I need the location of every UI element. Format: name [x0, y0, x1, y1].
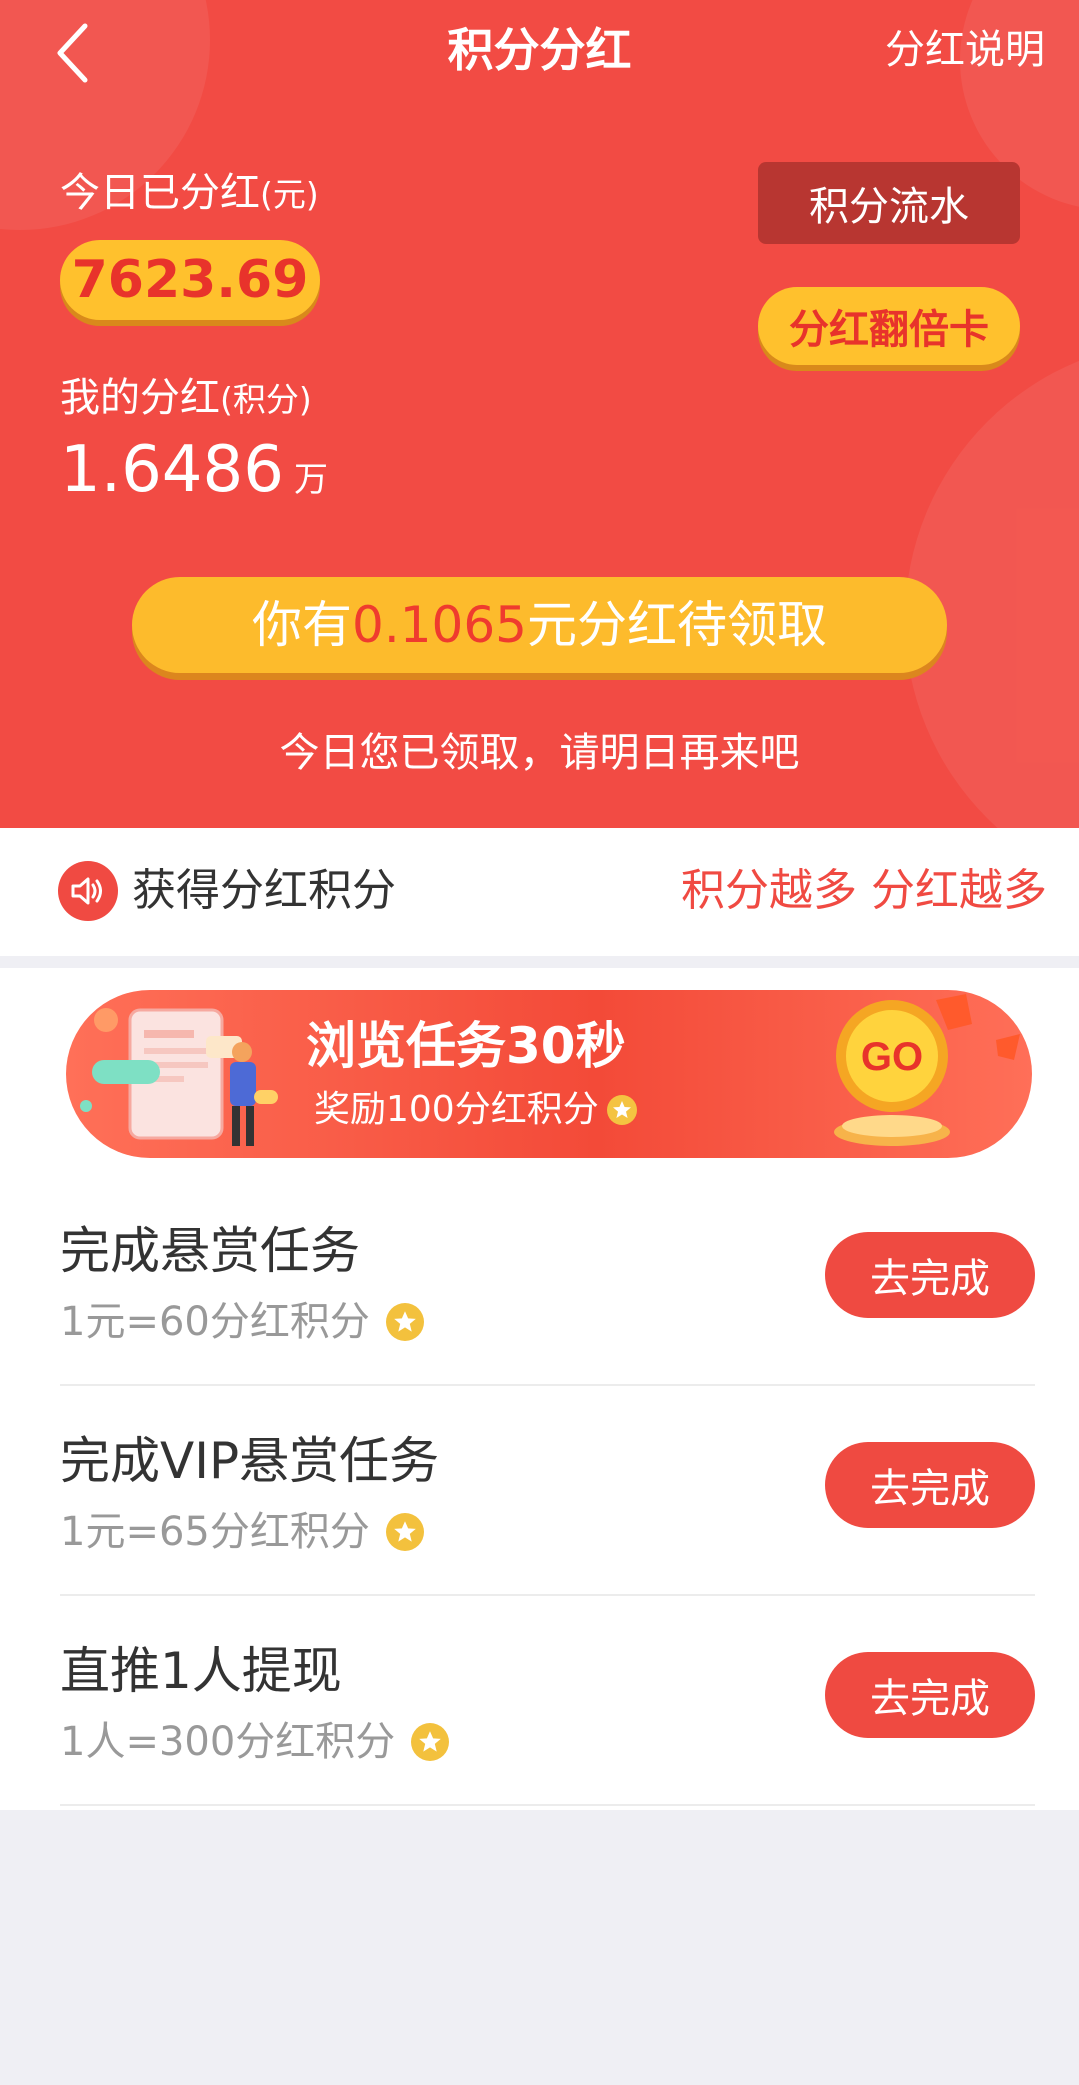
task-reward-text: 1人=300分红积分 — [60, 1719, 396, 1765]
claim-amount: 0.1065 — [352, 596, 527, 654]
browse-illustration-icon — [80, 1008, 278, 1146]
task-row: 完成VIP悬赏任务 1元=65分红积分 去完成 — [60, 1386, 1035, 1596]
browse-task-banner[interactable]: 浏览任务30秒 奖励100分红积分 GO — [66, 990, 1032, 1158]
task-reward: 1人=300分红积分 — [60, 1714, 450, 1770]
earn-points-bar: 获得分红积分 积分越多 分红越多 — [0, 828, 1079, 956]
star-coin-icon — [385, 1303, 424, 1341]
task-reward: 1元=60分红积分 — [60, 1294, 424, 1350]
my-dividend-label-text: 我的分红 — [60, 375, 220, 421]
speaker-icon — [58, 861, 118, 921]
star-coin-icon — [606, 1095, 637, 1125]
my-dividend-unit: (积分) — [220, 380, 312, 419]
task-reward-text: 1元=60分红积分 — [60, 1299, 370, 1345]
task-title: 直推1人提现 — [60, 1642, 342, 1700]
app-root: 积分分红 分红说明 今日已分红(元) 7623.69 我的分红(积分) 1.64… — [0, 0, 1079, 2085]
today-dividend-value: 7623.69 — [60, 240, 320, 320]
claim-suffix: 元分红待领取 — [526, 596, 827, 654]
claim-dividend-button[interactable]: 你有 0.1065 元分红待领取 — [132, 577, 947, 673]
today-dividend-label-text: 今日已分红 — [60, 170, 260, 216]
go-complete-button[interactable]: 去完成 — [825, 1442, 1035, 1528]
my-dividend-value: 1.6486 万 — [60, 430, 328, 510]
earn-points-slogan: 积分越多 分红越多 — [681, 865, 1047, 916]
banner-subtitle-text: 奖励100分红积分 — [314, 1089, 599, 1130]
earn-points-title: 获得分红积分 — [132, 865, 396, 916]
task-reward: 1元=65分红积分 — [60, 1504, 424, 1560]
task-title: 完成悬赏任务 — [60, 1222, 360, 1280]
task-list: 浏览任务30秒 奖励100分红积分 GO 完成悬赏任务 1元=60分红积分 去完… — [0, 968, 1079, 1810]
task-row: 完成悬赏任务 1元=60分红积分 去完成 — [60, 1176, 1035, 1386]
claim-prefix: 你有 — [252, 596, 353, 654]
banner-title: 浏览任务30秒 — [306, 1017, 626, 1075]
double-card-button[interactable]: 分红翻倍卡 — [758, 287, 1020, 365]
today-dividend-unit: (元) — [260, 175, 319, 214]
my-dividend-label: 我的分红(积分) — [60, 370, 312, 428]
row-divider — [60, 1804, 1035, 1806]
star-coin-icon — [411, 1723, 450, 1761]
points-flow-button[interactable]: 积分流水 — [758, 162, 1020, 244]
banner-subtitle: 奖励100分红积分 — [314, 1084, 637, 1136]
task-reward-text: 1元=65分红积分 — [60, 1509, 370, 1555]
today-dividend-label: 今日已分红(元) — [60, 165, 319, 223]
dividend-header: 积分分红 分红说明 今日已分红(元) 7623.69 我的分红(积分) 1.64… — [0, 0, 1079, 828]
star-coin-icon — [385, 1513, 424, 1551]
go-label: GO — [861, 1035, 923, 1079]
my-dividend-number-unit: 万 — [293, 460, 328, 500]
go-complete-button[interactable]: 去完成 — [825, 1232, 1035, 1318]
task-title: 完成VIP悬赏任务 — [60, 1432, 440, 1490]
speaker-glyph — [71, 877, 102, 905]
go-complete-button[interactable]: 去完成 — [825, 1652, 1035, 1738]
claim-note: 今日您已领取，请明日再来吧 — [279, 730, 800, 776]
task-row: 直推1人提现 1人=300分红积分 去完成 — [60, 1596, 1035, 1806]
dividend-explain-link[interactable]: 分红说明 — [885, 18, 1045, 82]
go-coin-icon: GO — [834, 994, 1020, 1146]
my-dividend-number: 1.6486 — [60, 433, 284, 507]
